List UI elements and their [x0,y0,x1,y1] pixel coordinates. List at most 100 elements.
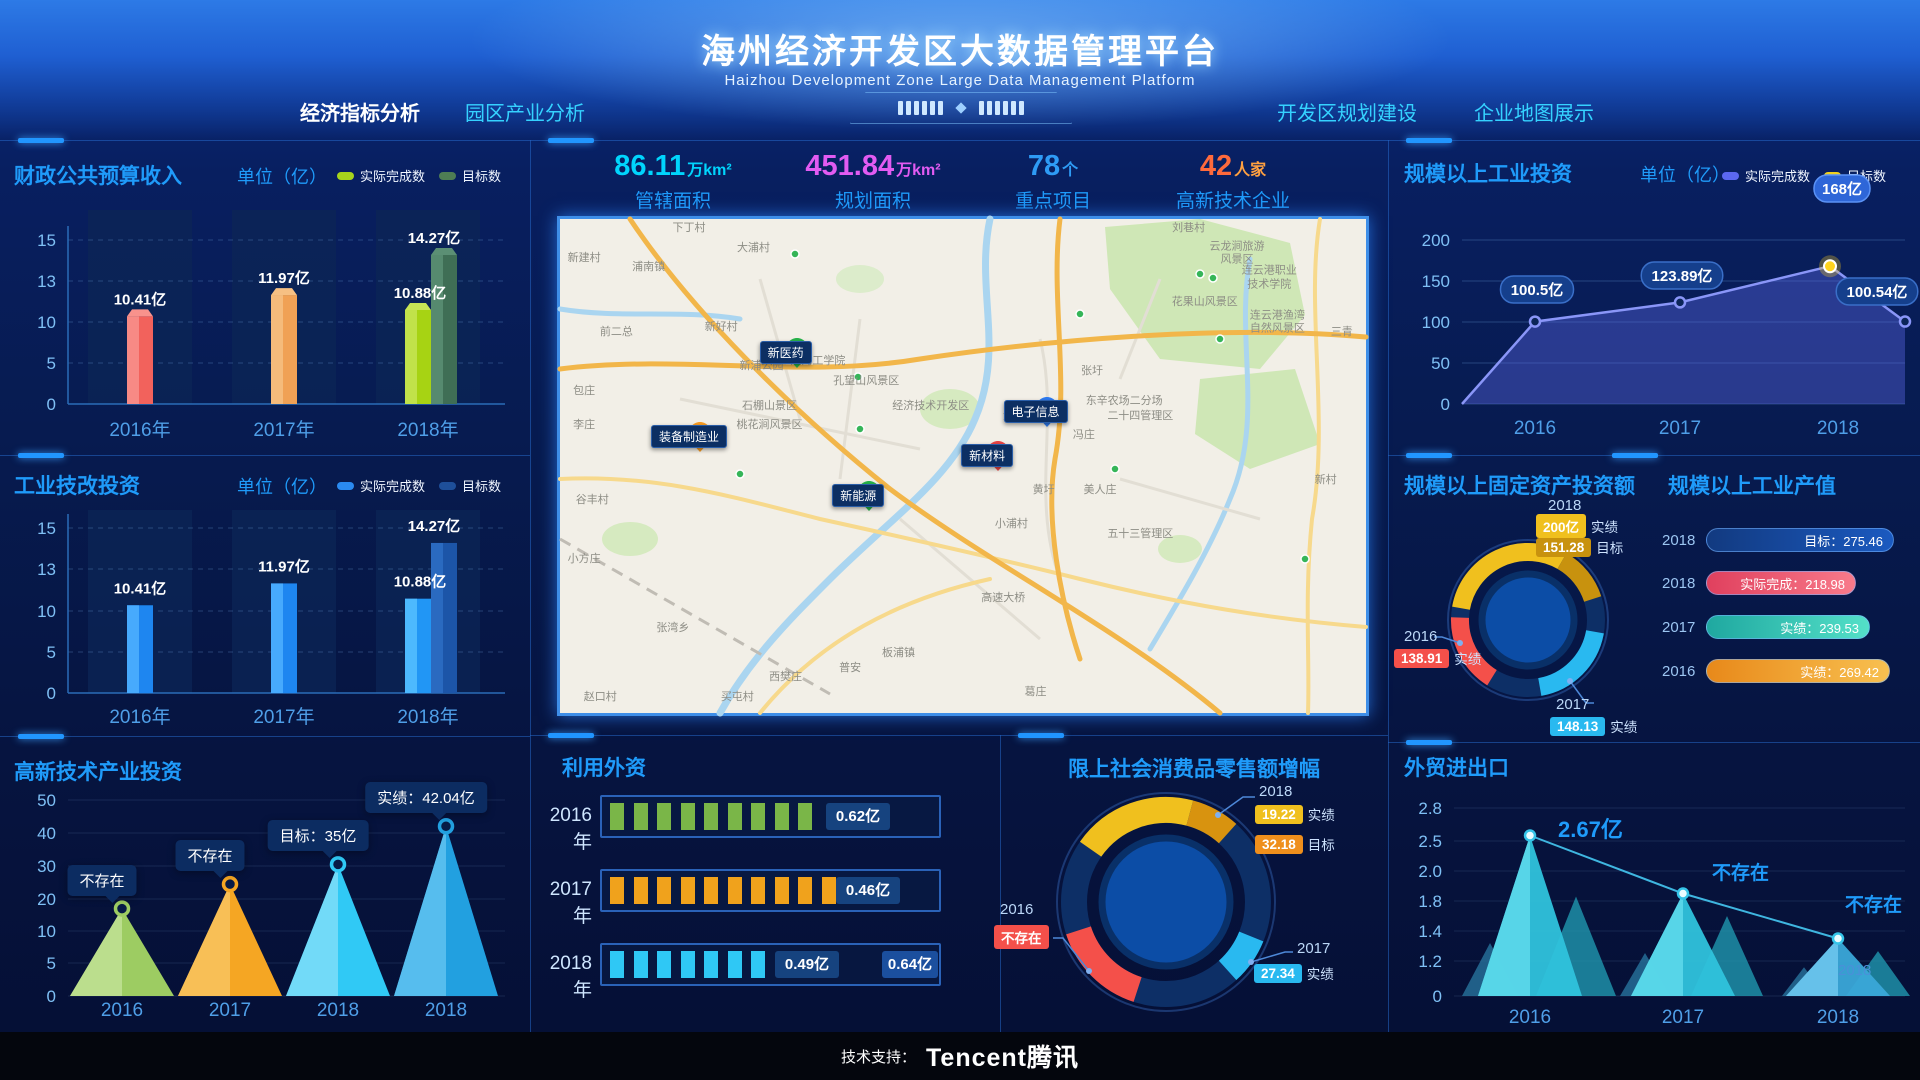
poi-dot [791,250,799,258]
map-place-label: 桃花涧风景区 [737,420,803,434]
stat-unit: 人家 [1234,162,1266,179]
donut-inner-disc [1102,838,1230,966]
callout-value-row: 200亿实绩 [1536,514,1618,538]
actual-bar-highlight [405,310,417,404]
nav-tab-2[interactable]: 园区产业分析 [465,97,585,126]
foreign-bar-track[interactable]: 0.46亿 [600,869,941,912]
peak-dot [1678,889,1688,899]
foreign-value-chip: 0.62亿 [826,803,890,830]
stat-value-line: 86.11万km² [614,150,731,183]
x-axis-label: 2018年 [397,419,458,441]
actual-bar-highlight [127,316,139,404]
chart-industry-area: 200150100500100.5亿123.89亿168亿100.54亿2016… [1390,140,1920,455]
map-place-label: 二十四管理区 [1107,410,1173,424]
callout-suffix: 实绩 [1591,516,1618,536]
callout-value-chip: 200亿 [1536,514,1586,538]
panel-top-line [530,735,1000,736]
callout-suffix: 实绩 [1610,716,1637,736]
peak-dot [1833,934,1843,944]
callout-value-row: 19.22实绩 [1255,804,1335,824]
triangle-tooltip: 不存在 [67,865,136,896]
poi-dot [1301,555,1309,563]
triangle-tooltip: 目标：35亿 [268,820,369,851]
x-axis-label: 2016 [101,1000,143,1021]
point-chip-label: 100.5亿 [1511,281,1564,299]
actual-value-label: 10.41亿 [114,290,167,308]
foreign-bar-track[interactable]: 0.62亿 [600,795,941,838]
nav-tab-4[interactable]: 企业地图展示 [1474,97,1594,126]
callout-value-row: 138.91实绩 [1394,648,1481,668]
foreign-target-chip: 0.64亿 [882,951,938,978]
map-place-label: 板浦镇 [882,647,915,661]
foreign-bar-segment [634,951,648,978]
callout-value-row: 151.28目标 [1536,537,1623,557]
header-decoration [850,92,1072,124]
map-place-label: 买屯村 [721,691,754,705]
callout-value-chip: 32.18 [1255,835,1303,854]
actual-value-label: 11.97亿 [258,557,310,575]
map-marker-label[interactable]: 装备制造业 [651,425,727,448]
map-place-label: 经济技术开发区 [892,400,969,414]
map-marker-label[interactable]: 电子信息 [1004,400,1068,423]
foreign-bar-segment [775,803,789,830]
actual-bar-highlight [271,295,283,404]
stat-label: 管辖面积 [614,186,731,213]
callout-value-row: 32.18目标 [1255,834,1335,854]
x-axis-label: 2017 [1662,1007,1704,1028]
panel-top-line [530,140,1388,141]
map-place-label: 三青 [1331,326,1353,340]
triangle-apex-dot [332,858,345,871]
map-place-label: 高速大桥 [981,593,1025,607]
stat-label: 高新技术企业 [1176,186,1290,213]
triangle-tooltip: 实绩：42.04亿 [365,782,487,813]
foreign-year-label: 2018年 [532,953,592,1002]
line-dot [1530,317,1540,327]
output-value-bar: 目标：275.46 [1706,528,1894,552]
map-marker-label[interactable]: 新材料 [961,444,1013,467]
stat-value: 42 [1200,150,1232,182]
y-tick-label: 15 [37,231,56,250]
map-marker-label[interactable]: 新能源 [832,484,884,507]
nav-tab-3[interactable]: 开发区规划建设 [1277,97,1417,126]
callout-year: 2018 [1548,497,1581,514]
chart-tech-investment: 1513105010.41亿2016年11.97亿2017年14.27亿10.8… [0,455,530,745]
y-tick-label: 15 [37,519,56,538]
donut-segment [1228,937,1252,971]
y-tick-label: 20 [37,890,56,909]
foreign-year-label: 2017年 [532,879,592,928]
actual-value-label: 10.41亿 [114,579,167,597]
triangle-bar-highlight [394,826,446,996]
y-tick-label: 150 [1422,272,1450,291]
map-place-label: 连云港渔湾 自然风景区 [1250,309,1305,337]
map-marker-label[interactable]: 新医药 [760,341,812,364]
y-tick-label: 13 [37,560,56,579]
output-year-label: 2017 [1662,619,1695,636]
foreign-bar-track[interactable]: 0.49亿0.64亿 [600,943,941,986]
y-tick-label: 1.2 [1418,952,1442,971]
y-tick-label: 13 [37,272,56,291]
actual-bar-highlight [405,599,417,693]
poi-dot [856,425,864,433]
foreign-bar-segment [634,877,648,904]
foreign-bar-segment [728,803,742,830]
footer: 技术支持： Tencent腾讯 [0,1032,1920,1080]
callout-value-chip: 148.13 [1550,717,1605,736]
decoration-bars-right [979,101,1024,115]
x-axis-label: 2018 [425,1000,467,1021]
map-place-label: 下丁村 [672,222,705,236]
map-place-label: 美人庄 [1084,484,1117,498]
callout-year: 2017 [1297,940,1330,957]
foreign-bar-segment [728,877,742,904]
stat-value: 86.11 [614,150,685,182]
foreign-bar-segment [610,803,624,830]
city-map[interactable]: 下丁村刘巷村大浦村云龙涧旅游 风景区新建村浦南镇连云港职业 技术学院花果山风景区… [557,216,1369,716]
y-tick-label: 50 [37,791,56,810]
trade-extra-year-label: 2018 [1838,962,1871,979]
chart-trade-triangles: 2.82.52.01.81.41.20201620172018 [1390,745,1920,1045]
callout-value-row: 不存在 [994,925,1049,949]
main-triangle-highlight [1478,836,1530,997]
foreign-bar-segment [657,877,671,904]
poi-dot [1196,270,1204,278]
nav-tab-1[interactable]: 经济指标分析 [300,97,420,126]
output-year-label: 2018 [1662,575,1695,592]
